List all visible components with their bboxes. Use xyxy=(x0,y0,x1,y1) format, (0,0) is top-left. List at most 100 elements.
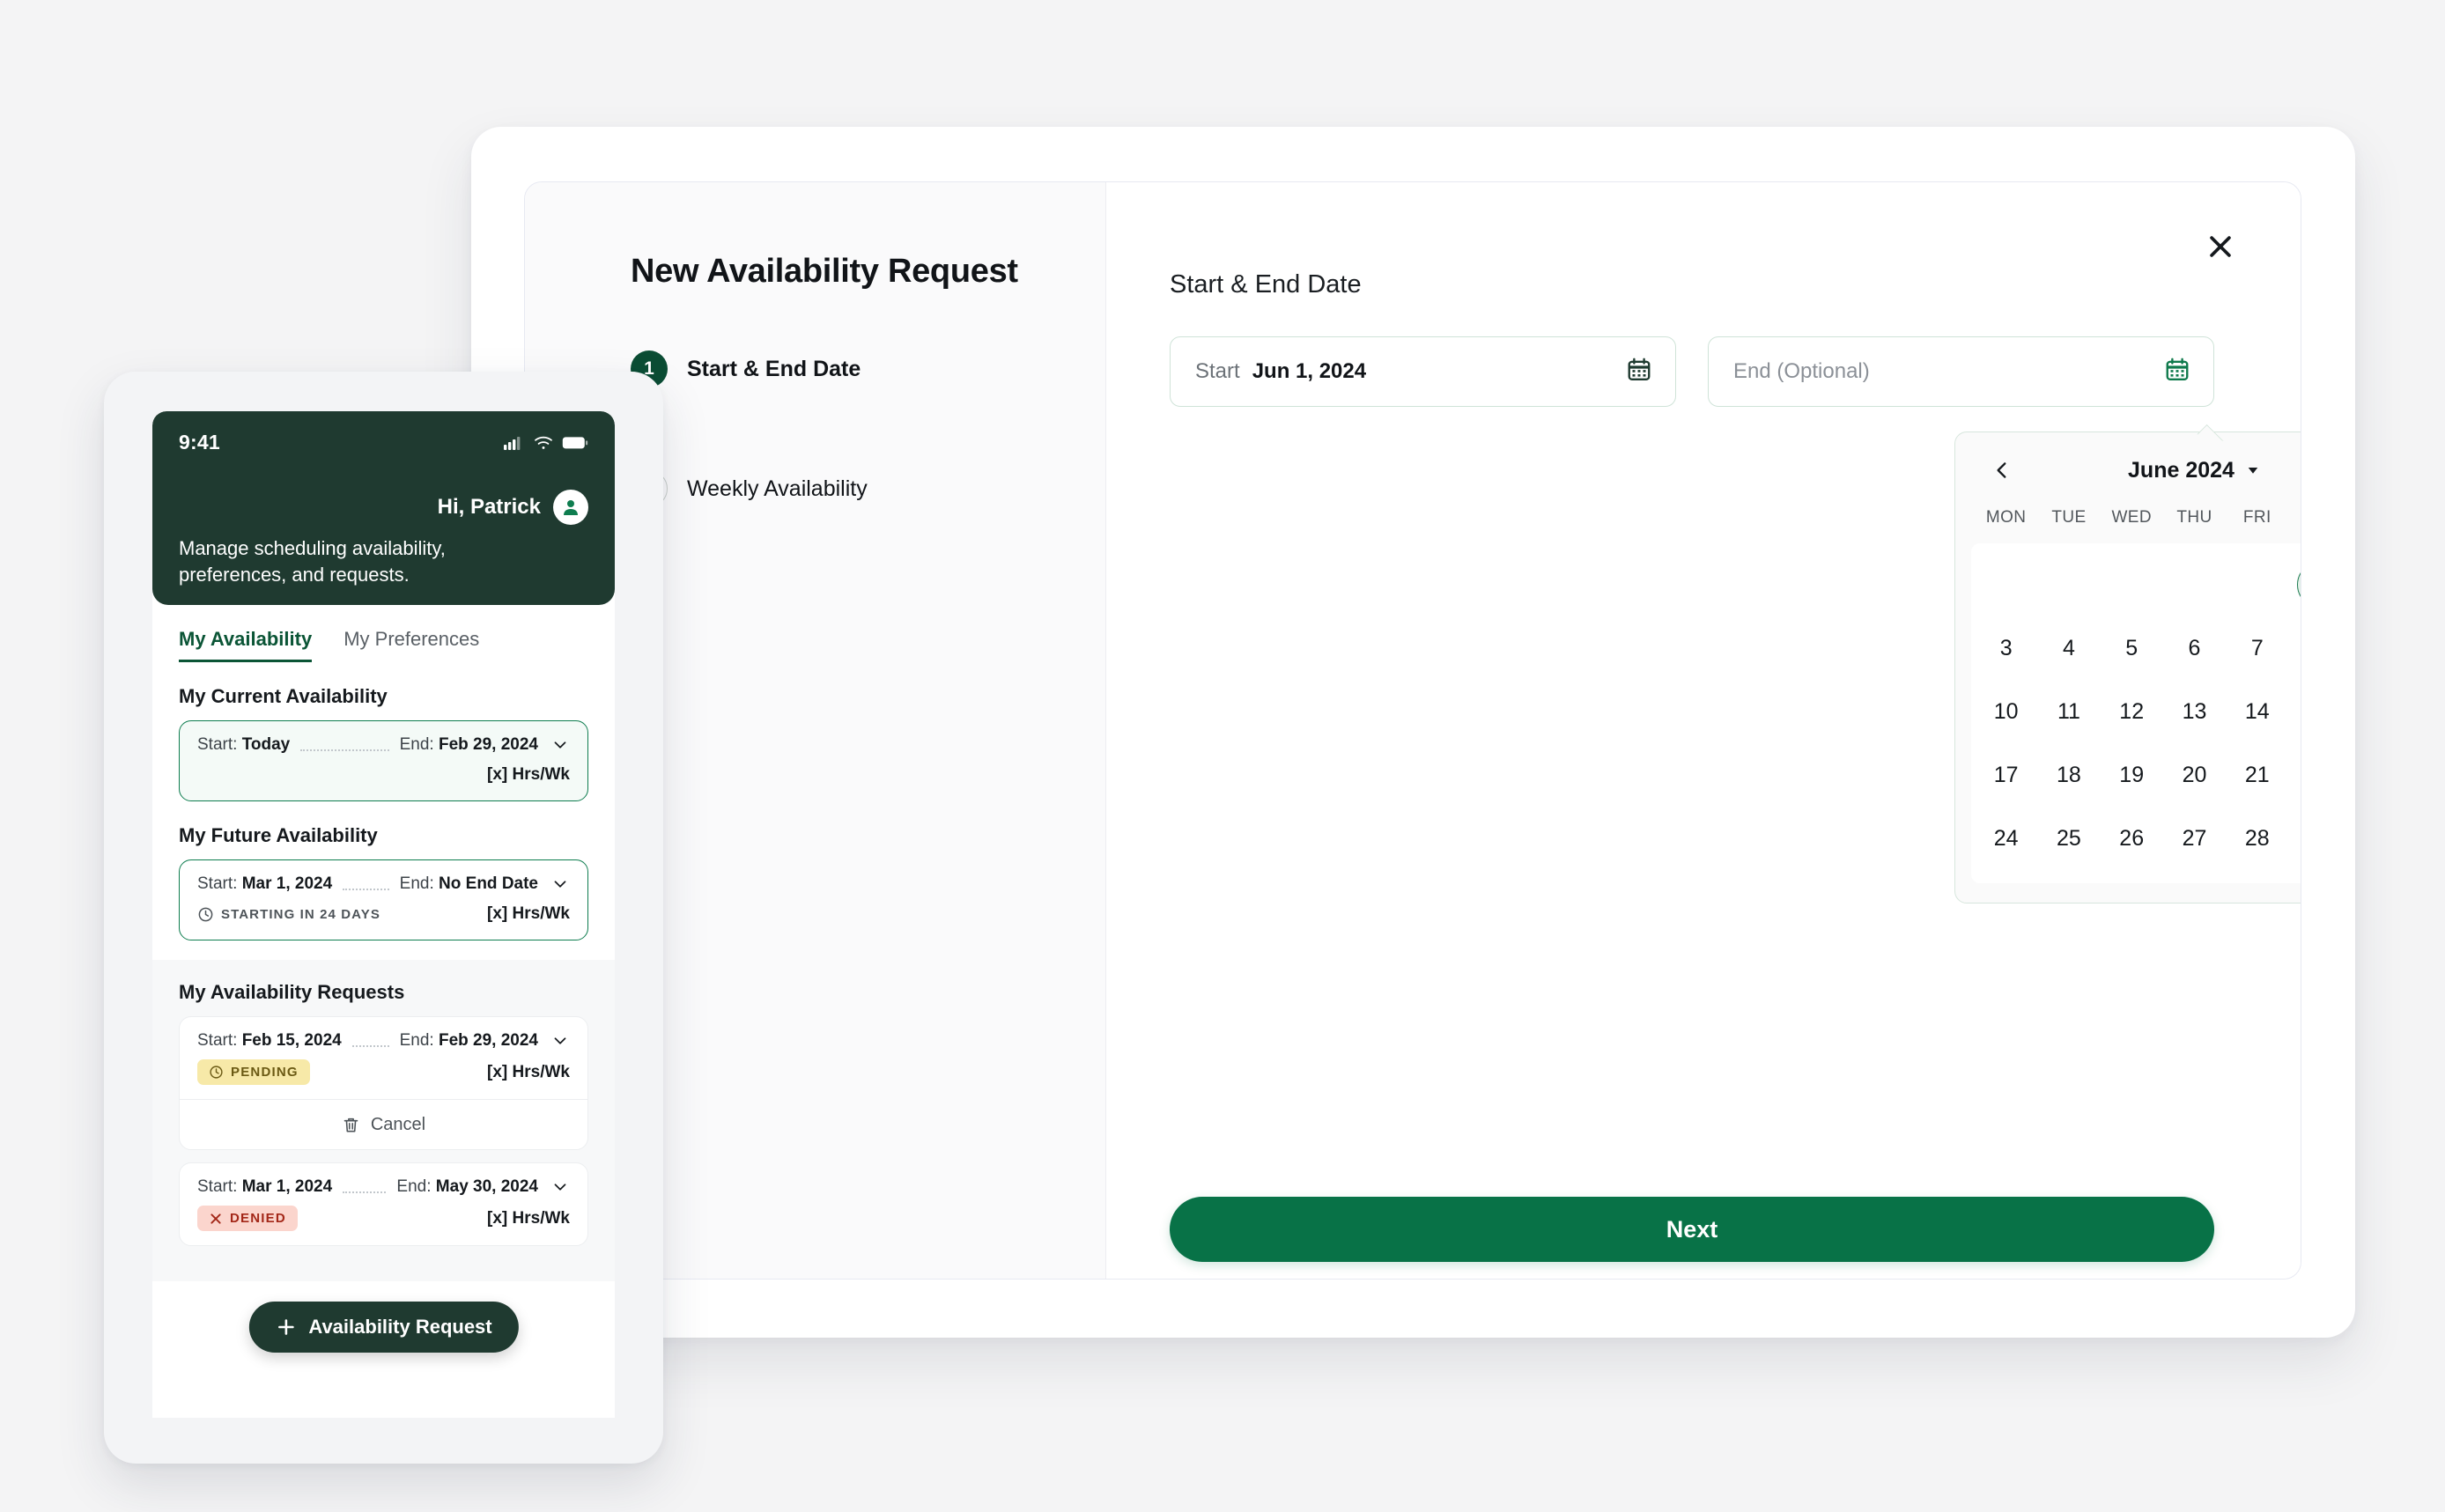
calendar-cell-empty xyxy=(2037,556,2100,614)
calendar-day-label: 18 xyxy=(2057,762,2081,787)
calendar-day-label: 4 xyxy=(2062,635,2075,660)
battery-icon xyxy=(562,436,588,448)
wifi-icon xyxy=(535,436,552,449)
current-hours-row: [x] Hrs/Wk xyxy=(197,763,570,786)
avatar[interactable] xyxy=(553,490,588,525)
calendar-day-label: 15 xyxy=(2298,690,2301,734)
close-icon xyxy=(211,1213,221,1224)
calendar-weekday-tue: TUE xyxy=(2051,508,2087,527)
chevron-down-icon[interactable] xyxy=(550,735,570,755)
chevron-down-icon[interactable] xyxy=(550,1177,570,1197)
calendar-cell-empty xyxy=(2101,556,2163,614)
phone-header: 9:41 Hi, Patrick Manage scheduling avail… xyxy=(152,411,615,605)
calendar-icon[interactable] xyxy=(2164,357,2190,387)
request-card[interactable]: Start: Mar 1, 2024 End: May 30, 2024 DEN… xyxy=(179,1162,588,1246)
cancel-request-label: Cancel xyxy=(370,1114,426,1134)
close-icon[interactable] xyxy=(2197,223,2244,270)
calendar-day-label: 12 xyxy=(2119,698,2145,724)
request-start-label: Start: xyxy=(197,1177,238,1196)
calendar-day-21[interactable]: 21 xyxy=(2226,746,2288,804)
current-date-range-row: Start: Today End: Feb 29, 2024 xyxy=(197,735,570,755)
future-meta-row: STARTING IN 24 DAYS [x] Hrs/Wk xyxy=(197,903,570,926)
next-button[interactable]: Next xyxy=(1170,1197,2214,1262)
availability-requests-section: My Availability Requests Start: Feb 15, … xyxy=(152,960,615,1281)
calendar-day-5[interactable]: 5 xyxy=(2101,619,2163,677)
chevron-down-icon xyxy=(2248,468,2258,474)
current-availability-card[interactable]: Start: Today End: Feb 29, 2024 [x] Hrs/W… xyxy=(179,720,588,801)
calendar-day-label: 1 xyxy=(2297,562,2301,608)
tab-my-availability[interactable]: My Availability xyxy=(179,628,313,662)
calendar-day-14[interactable]: 14 xyxy=(2226,682,2288,741)
header-subtitle: Manage scheduling availability, preferen… xyxy=(179,537,446,586)
add-availability-request-button[interactable]: Availability Request xyxy=(248,1302,519,1353)
calendar-day-11[interactable]: 11 xyxy=(2037,682,2100,741)
calendar-day-27[interactable]: 27 xyxy=(2163,809,2226,867)
request-end-label: End: xyxy=(399,1031,434,1050)
calendar-day-13[interactable]: 13 xyxy=(2163,682,2226,741)
start-date-input[interactable]: Start Jun 1, 2024 xyxy=(1170,336,1676,407)
calendar-month-selector[interactable]: June 2024 xyxy=(2128,458,2261,483)
chevron-down-icon[interactable] xyxy=(550,1031,570,1051)
calendar-icon[interactable] xyxy=(1626,357,1652,387)
request-status-row: PENDING [x] Hrs/Wk xyxy=(197,1059,570,1085)
phone-screen: 9:41 Hi, Patrick Manage scheduling avail… xyxy=(152,411,615,1418)
current-start-value: Today xyxy=(241,735,291,754)
calendar-day-label: 26 xyxy=(2119,825,2145,851)
prev-month-icon[interactable] xyxy=(1983,455,2020,485)
calendar-day-label: 20 xyxy=(2182,762,2207,787)
phone-device-frame: 9:41 Hi, Patrick Manage scheduling avail… xyxy=(104,372,663,1464)
calendar-weekday-header: MONTUEWEDTHUFRISATSUN xyxy=(1955,508,2301,543)
future-end-label: End: xyxy=(399,874,434,893)
calendar-weekday-mon: MON xyxy=(1985,508,2027,527)
calendar-day-3[interactable]: 3 xyxy=(1975,619,2037,677)
calendar-day-20[interactable]: 20 xyxy=(2163,746,2226,804)
current-availability-heading: My Current Availability xyxy=(179,685,388,707)
calendar-days-card: 1234567891011121314151617181920212223242… xyxy=(1971,543,2301,883)
calendar-day-29[interactable]: 29 xyxy=(2288,809,2301,867)
calendar-day-6[interactable]: 6 xyxy=(2163,619,2226,677)
desktop-window-frame: New Availability Request 1 Start & End D… xyxy=(471,127,2355,1338)
range-dotted-connector xyxy=(351,1036,389,1047)
calendar-day-25[interactable]: 25 xyxy=(2037,809,2100,867)
calendar-month-label: June 2024 xyxy=(2128,457,2234,483)
calendar-day-label: 7 xyxy=(2250,635,2264,660)
calendar-cell-empty xyxy=(1975,556,2037,614)
greeting-row: Hi, Patrick xyxy=(179,490,588,525)
stepper-item-start-end-date[interactable]: 1 Start & End Date xyxy=(631,350,1105,387)
calendar-day-7[interactable]: 7 xyxy=(2226,619,2288,677)
cancel-request-button[interactable]: Cancel xyxy=(180,1099,587,1149)
calendar-day-12[interactable]: 12 xyxy=(2101,682,2163,741)
calendar-day-17[interactable]: 17 xyxy=(1975,746,2037,804)
range-dotted-connector xyxy=(300,740,389,751)
tab-my-preferences[interactable]: My Preferences xyxy=(343,628,479,662)
calendar-day-26[interactable]: 26 xyxy=(2101,809,2163,867)
requests-heading: My Availability Requests xyxy=(179,981,405,1003)
calendar-day-4[interactable]: 4 xyxy=(2037,619,2100,677)
stepper-item-weekly-availability[interactable]: 2 Weekly Availability xyxy=(631,470,1105,507)
calendar-day-label: 29 xyxy=(2298,816,2301,860)
calendar-day-15[interactable]: 15 xyxy=(2288,682,2301,741)
calendar-day-1[interactable]: 1 xyxy=(2288,556,2301,614)
chevron-down-icon[interactable] xyxy=(550,874,570,894)
calendar-day-8[interactable]: 8 xyxy=(2288,619,2301,677)
plus-icon xyxy=(277,1319,294,1335)
request-date-range-row: Start: Feb 15, 2024 End: Feb 29, 2024 xyxy=(197,1031,570,1051)
cellular-signal-icon xyxy=(504,436,521,450)
request-card[interactable]: Start: Feb 15, 2024 End: Feb 29, 2024 PE… xyxy=(179,1016,588,1150)
status-badge-text: DENIED xyxy=(230,1211,286,1226)
calendar-day-18[interactable]: 18 xyxy=(2037,746,2100,804)
request-start-label: Start: xyxy=(197,1031,238,1050)
future-availability-card[interactable]: Start: Mar 1, 2024 End: No End Date STAR xyxy=(179,859,588,940)
calendar-day-22[interactable]: 22 xyxy=(2288,746,2301,804)
calendar-day-label: 8 xyxy=(2298,626,2301,670)
calendar-day-label: 10 xyxy=(1993,698,2019,724)
calendar-day-10[interactable]: 10 xyxy=(1975,682,2037,741)
status-bar-icons xyxy=(504,435,588,451)
calendar-day-19[interactable]: 19 xyxy=(2101,746,2163,804)
end-date-input[interactable]: End (Optional) xyxy=(1708,336,2214,407)
calendar-day-24[interactable]: 24 xyxy=(1975,809,2037,867)
request-hours-value: [x] Hrs/Wk xyxy=(487,1208,570,1228)
clock-icon xyxy=(198,907,213,921)
calendar-day-28[interactable]: 28 xyxy=(2226,809,2288,867)
future-hours-value: [x] Hrs/Wk xyxy=(487,904,570,923)
